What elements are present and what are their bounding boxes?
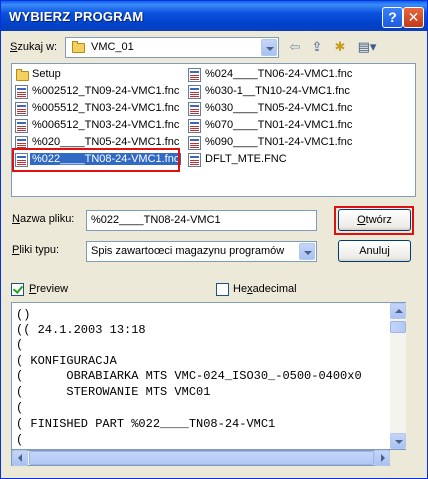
file-name-value: %022____TN08-24-VMC1 [91, 214, 221, 226]
view-menu-icon[interactable]: ▤▾ [355, 39, 379, 55]
help-button[interactable]: ? [382, 7, 403, 28]
file-name: Setup [32, 68, 61, 80]
file-name: %020____TN05-24-VMC1.fnc [32, 136, 180, 148]
file-name: %024____TN06-24-VMC1.fnc [205, 68, 353, 80]
dialog-title: WYBIERZ PROGRAM [9, 9, 144, 24]
up-folder-icon[interactable]: ⇪ [309, 39, 325, 55]
cancel-button[interactable]: Anuluj [338, 240, 411, 262]
file-type-combo[interactable]: Spis zawartoœci magazynu programów [86, 241, 317, 262]
preview-label: Preview [29, 283, 69, 295]
file-name: %005512_TN03-24-VMC1.fnc [32, 102, 180, 114]
look-in-value: VMC_01 [91, 41, 134, 53]
chevron-down-icon[interactable] [299, 243, 315, 260]
chevron-up-icon [395, 309, 403, 313]
selection-highlight-box [12, 148, 180, 172]
folder-icon [16, 69, 29, 81]
program-file-icon [188, 85, 201, 99]
preview-checkbox[interactable] [11, 283, 24, 296]
preview-line: ( [16, 401, 24, 415]
hexadecimal-checkbox[interactable] [216, 283, 229, 296]
program-file-icon [188, 153, 201, 167]
file-name: %006512_TN03-24-VMC1.fnc [32, 119, 180, 131]
preview-line: ( FINISHED PART %022____TN08-24-VMC1 [16, 417, 276, 431]
file-name: %070____TN01-24-VMC1.fnc [205, 119, 353, 131]
preview-horizontal-scrollbar[interactable] [11, 450, 390, 466]
file-name: %030____TN05-24-VMC1.fnc [205, 102, 353, 114]
folder-icon [72, 41, 85, 53]
preview-line: ( KONFIGURACJA [16, 354, 117, 368]
chevron-down-icon[interactable] [261, 39, 277, 56]
program-file-icon [15, 102, 28, 116]
back-arrow-icon[interactable]: ⇦ [287, 39, 303, 55]
preview-line: (( 24.1.2003 13:18 [16, 323, 146, 337]
file-name-label: Nazwa pliku: [12, 213, 75, 225]
scroll-thumb[interactable] [390, 321, 406, 333]
scroll-up-button[interactable] [390, 303, 406, 319]
file-type-label: Pliki typu: [12, 244, 60, 256]
program-file-icon [188, 119, 201, 133]
file-name: %002512_TN09-24-VMC1.fnc [32, 85, 180, 97]
program-file-icon [188, 136, 201, 150]
program-file-icon [15, 119, 28, 133]
program-file-icon [15, 85, 28, 99]
file-name: %030-1__TN10-24-VMC1.fnc [205, 85, 350, 97]
program-file-icon [188, 102, 201, 116]
preview-line: ( [16, 338, 24, 352]
preview-line: () [16, 308, 31, 322]
chevron-down-icon [395, 440, 403, 444]
chevron-left-icon [18, 454, 22, 462]
preview-line: ( OBRABIARKA MTS VMC-024_ISO30_-0500-040… [16, 369, 362, 383]
open-dialog: WYBIERZ PROGRAM ? ✕ Szukaj w: VMC_01 ⇦ ⇪… [0, 0, 428, 479]
file-list[interactable]: Setup %002512_TN09-24-VMC1.fnc %005512_T… [11, 63, 416, 197]
close-button[interactable]: ✕ [403, 7, 424, 28]
scroll-right-button[interactable] [374, 450, 390, 466]
program-file-icon [188, 68, 201, 82]
preview-line: ( STEROWANIE MTS VMC01 [16, 385, 211, 399]
file-name: %090____TN01-24-VMC1.fnc [205, 136, 353, 148]
open-button-highlight-box [334, 206, 414, 235]
new-folder-icon[interactable]: ✱ [332, 39, 348, 55]
file-type-value: Spis zawartoœci magazynu programów [91, 245, 285, 257]
preview-pane[interactable]: () (( 24.1.2003 13:18 ( ( KONFIGURACJA (… [11, 302, 406, 450]
hexadecimal-label: Hexadecimal [233, 283, 297, 295]
look-in-combo[interactable]: VMC_01 [65, 37, 279, 58]
title-bar[interactable]: WYBIERZ PROGRAM ? ✕ [1, 1, 427, 31]
scroll-thumb[interactable] [29, 451, 374, 465]
preview-line: ( [16, 433, 24, 447]
file-name: DFLT_MTE.FNC [205, 153, 287, 165]
chevron-right-icon [381, 454, 385, 462]
file-name-input[interactable]: %022____TN08-24-VMC1 [86, 210, 317, 231]
look-in-label: Szukaj w: [10, 41, 58, 53]
preview-vertical-scrollbar[interactable] [390, 303, 406, 449]
scroll-down-button[interactable] [390, 433, 406, 449]
scroll-left-button[interactable] [12, 450, 28, 466]
